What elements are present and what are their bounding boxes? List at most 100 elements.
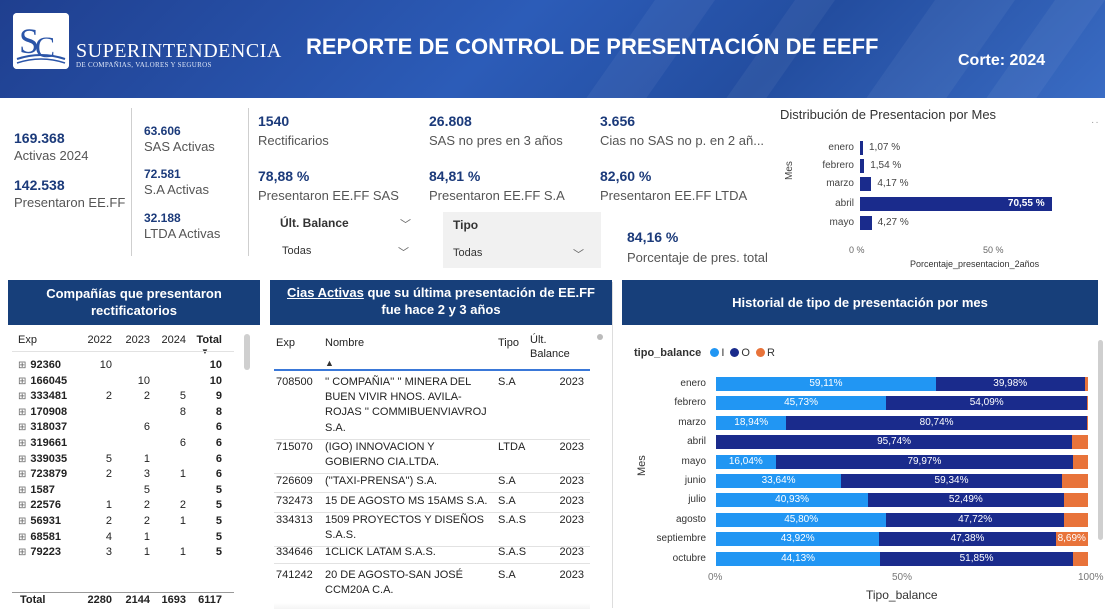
expand-icon[interactable]: ⊞ — [18, 532, 26, 543]
expand-icon[interactable]: ⊞ — [18, 407, 26, 418]
exp-value: 79223 — [30, 546, 61, 559]
expand-icon[interactable]: ⊞ — [18, 438, 26, 449]
cias-cell-exp: 708500 — [276, 376, 313, 388]
sort-asc-icon[interactable]: ▲ — [325, 358, 334, 368]
slicer-ult-balance[interactable]: Últ. Balance ﹀ Todas ﹀ — [270, 212, 420, 268]
rect-col-header[interactable]: Total — [192, 334, 222, 346]
cias-col-balance[interactable]: Últ. Balance — [530, 333, 570, 361]
slicer-value[interactable]: Todas — [282, 245, 311, 257]
exp-value: 22576 — [30, 499, 61, 512]
cias-cell-tipo: S.A — [498, 475, 516, 487]
historial-scrollbar[interactable] — [1098, 340, 1103, 540]
table-cell: 1 — [143, 530, 150, 543]
slicer-title: Tipo — [453, 218, 479, 232]
table-row-exp[interactable]: ⊞ 56931 — [18, 515, 78, 527]
rect-col-header[interactable]: 2022 — [82, 334, 112, 346]
cias-col-tipo[interactable]: Tipo — [498, 337, 519, 349]
table-cell: 1 — [105, 499, 112, 512]
rect-table-scrollbar[interactable] — [244, 334, 250, 370]
historial-value-label: 47,72% — [958, 513, 993, 525]
cias-cutoff — [274, 603, 590, 609]
legend-item[interactable]: R — [755, 347, 775, 359]
table-cell: 3 — [143, 468, 150, 481]
historial-value-label: 33,64% — [761, 475, 796, 486]
kpi-divider-2 — [248, 108, 249, 256]
page-title: REPORTE DE CONTROL DE PRESENTACIÓN DE EE… — [306, 34, 879, 59]
exp-value: 339035 — [30, 452, 68, 465]
table-cell: 1 — [179, 515, 186, 527]
exp-value: 68581 — [30, 530, 61, 543]
distribucion-month-label: mayo — [829, 217, 854, 228]
exp-value: 170908 — [30, 405, 68, 418]
historial-value-label: 8,69% — [1057, 533, 1086, 545]
cias-cell-nombre: (IGO) INNOVACION Y — [325, 441, 435, 453]
expand-icon[interactable]: ⊞ — [18, 391, 26, 402]
distribucion-month-label: marzo — [826, 178, 854, 189]
legend-item[interactable]: I — [710, 347, 724, 359]
cias-cell-balance: 2023 — [559, 441, 584, 453]
distribucion-tick-0: 0 % — [849, 245, 865, 255]
expand-icon[interactable]: ⊞ — [18, 500, 26, 511]
historial-xlabel: Tipo_balance — [866, 588, 938, 602]
table-row-exp[interactable]: ⊞ 79223 — [18, 546, 78, 558]
table-cell: 8 — [179, 405, 186, 418]
rect-col-header[interactable]: 2024 — [156, 334, 186, 346]
table-row-exp[interactable]: ⊞ 166045 — [18, 375, 78, 387]
legend-label: O — [741, 347, 750, 359]
cias-col-nombre[interactable]: Nombre — [325, 337, 364, 349]
cias-col-exp[interactable]: Exp — [276, 337, 295, 349]
expand-icon[interactable]: ⊞ — [18, 469, 26, 480]
header-divider — [12, 351, 234, 352]
cias-cell-tipo: S.A — [498, 376, 516, 388]
chevron-down-icon[interactable]: ﹀ — [573, 246, 584, 262]
table-row-exp[interactable]: ⊞ 68581 — [18, 531, 78, 543]
historial-bar-r — [1087, 396, 1088, 411]
distribucion-bar — [860, 159, 865, 173]
expand-icon[interactable]: ⊞ — [18, 422, 26, 433]
legend-item[interactable]: O — [730, 347, 750, 359]
historial-month-label: octubre — [672, 552, 706, 564]
total-cell: 6117 — [198, 594, 222, 606]
expand-icon[interactable]: ⊞ — [18, 485, 26, 496]
table-cell: 3 — [105, 546, 112, 559]
total-divider — [12, 592, 234, 593]
historial-value-label: 16,04% — [728, 455, 763, 467]
historial-bar-r — [1073, 551, 1088, 566]
expand-icon[interactable]: ⊞ — [18, 376, 26, 387]
historial-bar-r — [1061, 474, 1088, 488]
distribucion-tick-50: 50 % — [983, 245, 1004, 255]
chevron-down-icon[interactable]: ﹀ — [398, 244, 409, 260]
report-header: S C SUPERINTENDENCIA DE COMPAÑIAS, VALOR… — [0, 0, 1105, 98]
expand-icon[interactable]: ⊞ — [18, 547, 26, 558]
chevron-down-icon[interactable]: ﹀ — [400, 216, 411, 232]
rect-col-header[interactable]: Exp — [18, 334, 78, 346]
cias-activas-link[interactable]: Cias Activas — [287, 285, 364, 300]
table-row-exp[interactable]: ⊞ 318037 — [18, 421, 78, 433]
more-options-icon[interactable]: ·· — [1091, 117, 1100, 128]
cias-cell-balance: 2023 — [559, 495, 584, 507]
cias-scroll-dot[interactable] — [597, 334, 603, 340]
cias-cell-exp: 741242 — [276, 569, 313, 581]
slicer-value[interactable]: Todas — [453, 247, 482, 259]
rect-col-header[interactable]: 2023 — [118, 334, 150, 346]
table-row-exp[interactable]: ⊞ 92360 — [18, 359, 78, 371]
table-row-exp[interactable]: ⊞ 339035 — [18, 453, 78, 465]
table-row-exp[interactable]: ⊞ 1587 — [18, 484, 78, 496]
row-divider — [274, 563, 590, 565]
expand-icon[interactable]: ⊞ — [18, 516, 26, 527]
table-row-exp[interactable]: ⊞ 723879 — [18, 468, 78, 480]
table-row-exp[interactable]: ⊞ 170908 — [18, 406, 78, 418]
table-row-exp[interactable]: ⊞ 333481 — [18, 390, 78, 402]
table-row-exp[interactable]: ⊞ 22576 — [18, 499, 78, 511]
table-cell: 5 — [143, 483, 150, 496]
expand-icon[interactable]: ⊞ — [18, 360, 26, 371]
table-row-exp[interactable]: ⊞ 319661 — [18, 437, 78, 449]
table-cell: 8 — [215, 405, 222, 418]
historial-value-label: 54,09% — [969, 397, 1004, 409]
table-cell: 5 — [215, 515, 222, 527]
brand-title: SUPERINTENDENCIA — [76, 40, 282, 62]
distribucion-value-label: 4,27 % — [877, 217, 909, 228]
slicer-tipo[interactable]: Tipo Todas ﹀ — [443, 212, 601, 268]
expand-icon[interactable]: ⊞ — [18, 454, 26, 465]
cias-cell-nombre: 15 DE AGOSTO MS 15AMS S.A. — [325, 495, 488, 507]
